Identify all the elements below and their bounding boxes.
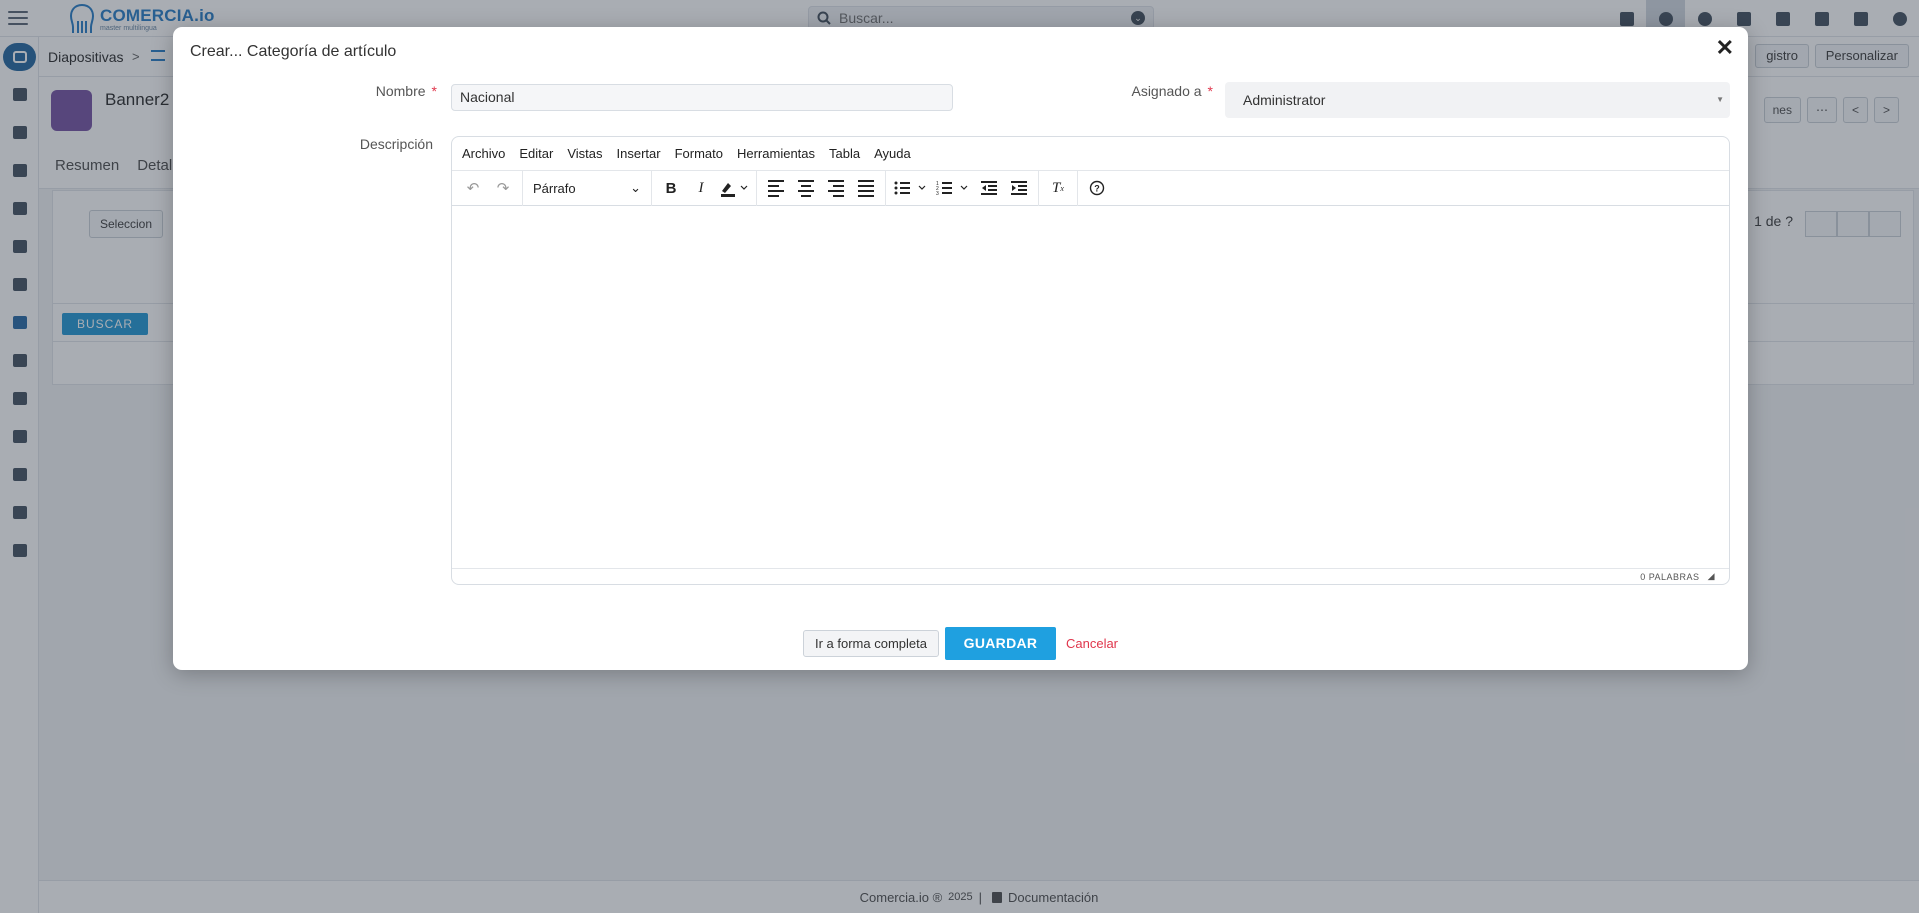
align-left-icon[interactable] [761,174,791,203]
dialog-actions: Ir a forma completa GUARDAR Cancelar [173,627,1748,660]
divider [651,170,652,206]
nombre-label: Nombre * [333,83,437,99]
menu-insertar[interactable]: Insertar [617,146,661,161]
editor-toolbar: ↶ ↷ Párrafo ⌄ B I 123 T x ? [452,170,1729,206]
menu-herramientas[interactable]: Herramientas [737,146,815,161]
editor-content-area[interactable] [452,206,1729,568]
numbered-list-icon[interactable]: 123 [932,174,974,203]
bold-icon[interactable]: B [656,174,686,203]
italic-icon[interactable]: I [686,174,716,203]
divider [885,170,886,206]
full-form-button[interactable]: Ir a forma completa [802,630,939,657]
cancel-button[interactable]: Cancelar [1066,636,1118,651]
align-justify-icon[interactable] [851,174,881,203]
editor-statusbar: 0 PALABRAS ◢ [452,568,1729,584]
close-icon[interactable]: ✕ [1716,37,1734,59]
save-button[interactable]: GUARDAR [944,627,1056,660]
asignado-label: Asignado a * [1093,83,1213,99]
editor-menubar: Archivo Editar Vistas Insertar Formato H… [452,137,1729,171]
asignado-value: Administrator [1243,92,1326,108]
divider [522,170,523,206]
asignado-select[interactable]: Administrator ▼ [1225,82,1730,118]
menu-formato[interactable]: Formato [675,146,723,161]
undo-icon[interactable]: ↶ [458,174,488,203]
rich-text-editor: Archivo Editar Vistas Insertar Formato H… [451,136,1730,585]
menu-ayuda[interactable]: Ayuda [874,146,911,161]
block-format-select[interactable]: Párrafo ⌄ [527,174,647,203]
menu-tabla[interactable]: Tabla [829,146,860,161]
required-mark: * [1207,83,1213,99]
menu-editar[interactable]: Editar [519,146,553,161]
divider [756,170,757,206]
help-icon[interactable]: ? [1082,174,1112,203]
clear-formatting-icon[interactable]: Tx [1043,174,1073,203]
highlight-color-icon[interactable] [716,174,752,203]
align-center-icon[interactable] [791,174,821,203]
nombre-label-text: Nombre [375,83,426,99]
bullet-list-icon[interactable] [890,174,932,203]
chevron-down-icon: ⌄ [630,180,641,195]
descripcion-label: Descripción [359,136,433,152]
caret-down-icon: ▼ [1716,95,1724,104]
align-right-icon[interactable] [821,174,851,203]
required-mark: * [431,83,437,99]
outdent-icon[interactable] [974,174,1004,203]
resize-handle-icon[interactable]: ◢ [1708,571,1715,582]
svg-text:3: 3 [936,191,939,196]
menu-archivo[interactable]: Archivo [462,146,505,161]
svg-text:?: ? [1094,184,1100,194]
word-count: 0 PALABRAS [1640,571,1700,582]
redo-icon[interactable]: ↷ [488,174,518,203]
block-format-value: Párrafo [533,180,576,196]
menu-vistas[interactable]: Vistas [567,146,602,161]
create-category-dialog: Crear... Categoría de artículo ✕ Nombre *… [173,27,1748,670]
asignado-label-text: Asignado a [1131,83,1202,99]
dialog-title: Crear... Categoría de artículo [190,43,397,60]
indent-icon[interactable] [1004,174,1034,203]
nombre-input[interactable]: Nacional [451,84,953,111]
divider [1077,170,1078,206]
divider [1038,170,1039,206]
